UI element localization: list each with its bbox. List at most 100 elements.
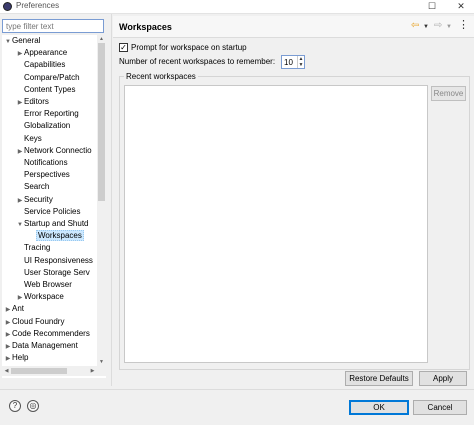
tree-item-label: Startup and Shutd (24, 219, 89, 228)
close-button[interactable]: ✕ (450, 0, 472, 13)
expand-chevron-icon[interactable]: ▶ (4, 329, 12, 341)
spinner-arrows-icon[interactable]: ▲ ▼ (297, 56, 304, 68)
prompt-workspace-checkbox[interactable]: ✓ (119, 42, 128, 52)
forward-arrow-icon[interactable]: ⇨ (434, 20, 442, 32)
scroll-down-icon[interactable]: ▼ (97, 358, 106, 366)
preference-tree: ▼General ▶ Appearance Capabilities Compare/P… (2, 35, 106, 378)
collapse-chevron-icon[interactable]: ▼ (16, 219, 24, 231)
recent-count-value[interactable]: 10 (284, 58, 293, 67)
tree-item[interactable]: ▼General (4, 35, 40, 47)
tree-item[interactable]: ▶ Data Management (4, 340, 78, 352)
tree-item-label: General (12, 36, 41, 45)
maximize-button[interactable]: ☐ (421, 0, 443, 13)
tree-item[interactable]: ▶ Cloud Foundry (4, 316, 65, 329)
tree-item[interactable]: Search (16, 181, 49, 193)
tree-item[interactable]: Capabilities (16, 59, 65, 71)
tree-item-label: Search (24, 182, 50, 192)
expand-chevron-icon[interactable]: ▶ (16, 195, 24, 207)
tree-item-label: Ant (12, 304, 25, 314)
tree-vertical-scrollbar[interactable]: ▲ ▼ (97, 35, 106, 366)
page-title: Workspaces (119, 22, 172, 32)
tree-item[interactable]: Workspaces (28, 230, 84, 242)
tree-item[interactable]: Compare/Patch (16, 72, 80, 84)
tree-item-label: Network Connectio (24, 145, 92, 155)
tree-item[interactable]: Tracing (16, 242, 50, 254)
help-icon[interactable]: ? (9, 400, 21, 412)
collapse-chevron-icon[interactable]: ▼ (4, 36, 12, 48)
scroll-left-icon[interactable]: ◀ (2, 366, 11, 376)
remove-button[interactable]: Remove (431, 86, 466, 101)
recent-workspaces-group-label: Recent workspaces (124, 72, 198, 81)
tree-item-label: Content Types (24, 84, 76, 94)
tree-item[interactable]: Error Reporting (16, 108, 79, 120)
tree-item-label: Web Browser (24, 280, 72, 289)
tree-item-label: Help (12, 353, 29, 363)
tree-item-label: Service Policies (24, 206, 81, 216)
back-arrow-icon[interactable]: ⇦ (411, 20, 419, 32)
tree-item[interactable]: Globalization (16, 120, 70, 132)
expand-chevron-icon[interactable]: ▶ (16, 146, 24, 158)
tree-item[interactable]: ▶ Network Connectio (16, 145, 92, 157)
recent-workspaces-list[interactable] (124, 85, 428, 363)
tree-item-label: Security (24, 194, 53, 204)
expand-chevron-icon[interactable]: ▶ (4, 304, 12, 316)
scroll-thumb[interactable] (98, 43, 105, 201)
recent-count-label: Number of recent workspaces to remember: (119, 57, 276, 66)
tree-item[interactable]: Content Types (16, 84, 75, 96)
tree-item-label: Data Management (12, 341, 78, 350)
tree-item[interactable]: Keys (16, 133, 42, 145)
tree-item[interactable]: ▼Startup and Shutd (16, 218, 89, 231)
expand-chevron-icon[interactable]: ▶ (16, 97, 24, 109)
tree-item[interactable]: ▶ Ant (4, 303, 24, 315)
tree-item[interactable]: ▶ Editors (16, 96, 49, 108)
tree-item[interactable]: UI Responsiveness (16, 255, 93, 267)
expand-chevron-icon[interactable]: ▶ (4, 353, 12, 365)
back-menu-chevron-icon[interactable]: ▼ (423, 21, 429, 33)
tree-item[interactable]: Web Browser (16, 279, 72, 291)
tree-item-label: Workspace (24, 292, 64, 302)
forward-menu-chevron-icon[interactable]: ▼ (446, 21, 452, 33)
tree-item[interactable]: Notifications (16, 157, 68, 169)
tree-item[interactable]: ▶ Appearance (16, 47, 67, 59)
tree-item[interactable]: Perspectives (16, 169, 70, 181)
title-bar: Preferences ☐ ✕ (0, 0, 474, 14)
restore-defaults-button[interactable]: Restore Defaults (345, 371, 413, 386)
tree-item[interactable]: Service Policies (16, 206, 80, 218)
tree-item-label: Compare/Patch (24, 72, 80, 82)
import-export-icon[interactable]: ◎ (27, 400, 39, 412)
hscroll-thumb[interactable] (11, 368, 67, 374)
view-menu-icon[interactable]: ⋮ (458, 19, 469, 31)
expand-chevron-icon[interactable]: ▶ (4, 317, 12, 329)
apply-button[interactable]: Apply (419, 371, 467, 386)
page-header: Workspaces ⇦ ▼ ⇨ ▼ ⋮ (113, 16, 474, 38)
recent-count-spinner[interactable]: 10 ▲ ▼ (281, 55, 305, 69)
filter-input[interactable] (2, 19, 104, 33)
tree-item-label: UI Responsiveness (24, 255, 93, 265)
tree-item-label: Workspaces (36, 230, 84, 242)
tree-item-label: Capabilities (24, 60, 66, 70)
scroll-up-icon[interactable]: ▲ (97, 35, 106, 43)
expand-chevron-icon[interactable]: ▶ (16, 48, 24, 60)
tree-item-label: Keys (24, 133, 42, 143)
tree-item-label: Code Recommenders (12, 328, 90, 338)
splitter-sash[interactable] (111, 14, 112, 386)
bottom-separator (0, 389, 474, 390)
tree-item-label: Notifications (24, 158, 68, 167)
tree-item[interactable]: ▶ Workspace (16, 291, 64, 303)
tree-item-label: Tracing (24, 243, 51, 253)
tree-item-label: Globalization (24, 121, 71, 131)
tree-item-label: Error Reporting (24, 109, 79, 119)
cancel-button[interactable]: Cancel (413, 400, 467, 415)
expand-chevron-icon[interactable]: ▶ (16, 292, 24, 304)
tree-horizontal-scrollbar[interactable]: ◀ ▶ (2, 366, 106, 376)
tree-item-label: Perspectives (24, 170, 70, 180)
expand-chevron-icon[interactable]: ▶ (4, 341, 12, 353)
tree-item-label: Editors (24, 97, 49, 106)
tree-item[interactable]: ▶ Security (16, 194, 53, 206)
scroll-right-icon[interactable]: ▶ (88, 366, 97, 376)
ok-button[interactable]: OK (349, 400, 409, 415)
tree-item[interactable]: ▶ Help (4, 352, 29, 365)
tree-item[interactable]: User Storage Serv (16, 267, 90, 279)
tree-item[interactable]: ▶ Code Recommenders (4, 328, 90, 340)
prompt-workspace-option[interactable]: ✓ Prompt for workspace on startup (119, 41, 247, 53)
